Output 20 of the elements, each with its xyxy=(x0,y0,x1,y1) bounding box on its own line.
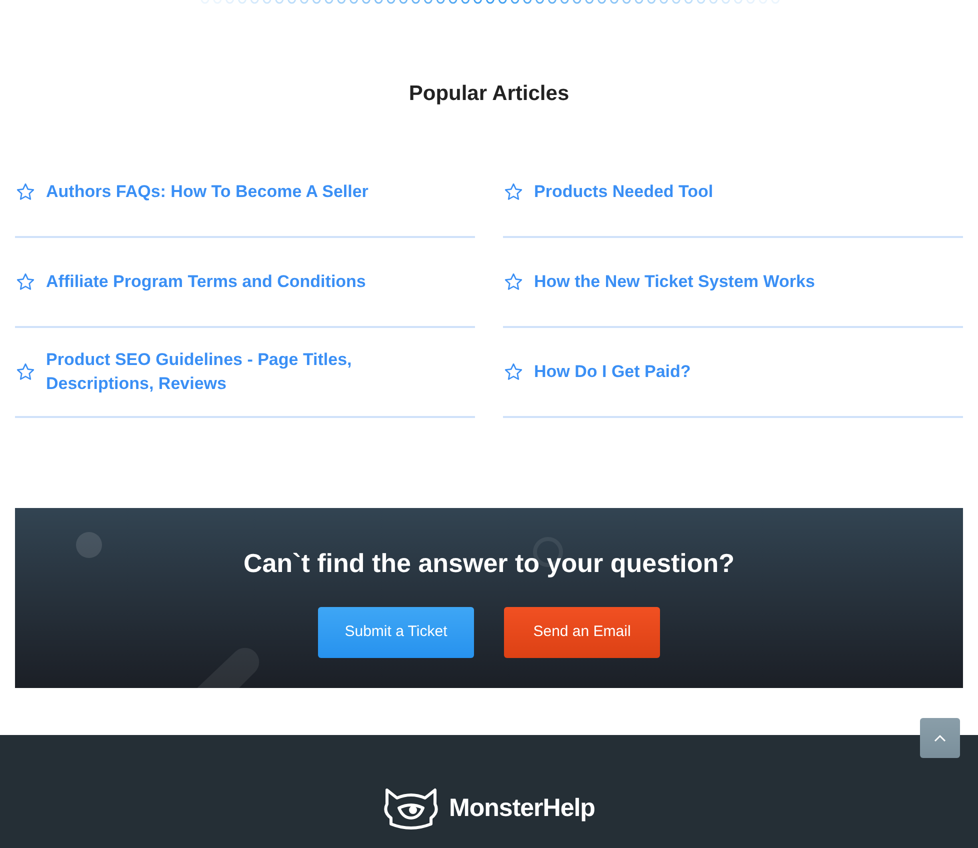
section-title: Popular Articles xyxy=(408,81,570,107)
article-link[interactable]: Affiliate Program Terms and Conditions xyxy=(46,270,390,294)
article-link[interactable]: How the New Ticket System Works xyxy=(534,270,839,294)
star-icon xyxy=(15,362,36,382)
star-icon xyxy=(503,182,524,202)
star-icon xyxy=(503,272,524,292)
chevron-up-icon xyxy=(934,734,946,742)
article-link[interactable]: Products Needed Tool xyxy=(534,180,738,204)
monster-logo-icon xyxy=(383,788,440,830)
star-icon xyxy=(15,272,36,292)
article-link[interactable]: Product SEO Guidelines - Page Titles, Descriptions, Reviews xyxy=(46,348,475,396)
banner-heading: Can`t find the answer to your question? xyxy=(243,546,735,580)
star-icon xyxy=(15,182,36,202)
logo-text: MonsterHelp xyxy=(449,793,595,824)
email-button[interactable]: Send an Email xyxy=(504,606,660,658)
article-link[interactable]: How Do I Get Paid? xyxy=(534,360,715,384)
ticket-button[interactable]: Submit a Ticket xyxy=(318,606,474,658)
article-link[interactable]: Authors FAQs: How To Become A Seller xyxy=(46,180,392,204)
scroll-top-button[interactable] xyxy=(920,718,960,758)
star-icon xyxy=(503,362,524,382)
